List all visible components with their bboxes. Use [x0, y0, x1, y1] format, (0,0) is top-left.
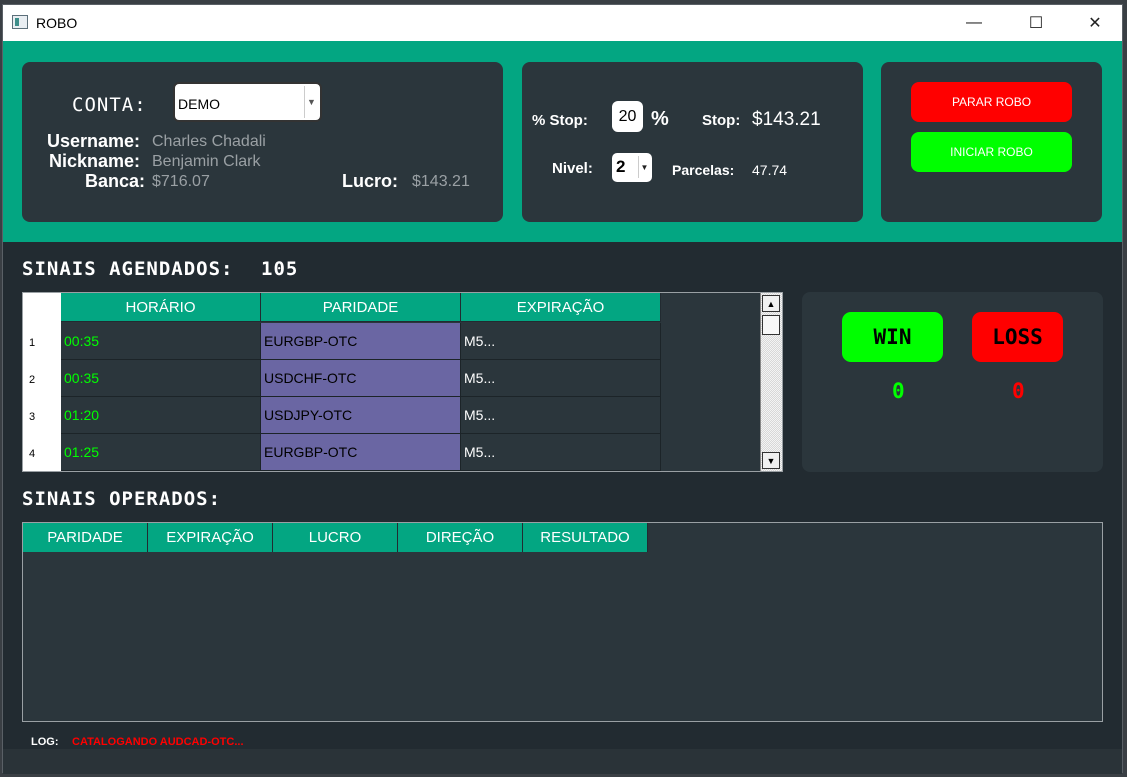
pct-stop-input[interactable]: 20 [612, 101, 643, 132]
pct-stop-label: % Stop: [532, 112, 588, 129]
chevron-down-icon: ▼ [638, 156, 650, 178]
nickname-label: Nickname: [48, 151, 140, 171]
scheduled-table: 1 2 3 4 HORÁRIO PARIDADE EXPIRAÇÃO 00:35… [22, 292, 783, 472]
log-message: CATALOGANDO AUDCAD-OTC... [72, 736, 244, 748]
scheduled-title: SINAIS AGENDADOS: [22, 258, 234, 280]
chevron-down-icon: ▼ [304, 86, 318, 118]
table-cell-expiry[interactable]: M5... [461, 434, 661, 471]
close-button[interactable]: ✕ [1072, 5, 1118, 41]
header-band: CONTA: DEMO ▼ Username: Charles Chadali … [3, 41, 1122, 242]
win-button[interactable]: WIN [842, 312, 943, 362]
header-resultado[interactable]: RESULTADO [523, 523, 648, 552]
table-cell-time[interactable]: 00:35 [61, 323, 261, 360]
operated-title: SINAIS OPERADOS: [22, 488, 222, 510]
header-expiracao[interactable]: EXPIRAÇÃO [461, 293, 661, 322]
header-lucro[interactable]: LUCRO [273, 523, 398, 552]
nickname-value: Benjamin Clark [152, 153, 261, 170]
start-robot-button[interactable]: INICIAR ROBO [911, 132, 1072, 172]
table-cell-pair[interactable]: USDCHF-OTC [261, 360, 461, 397]
username-label: Username: [46, 131, 140, 151]
row-number: 3 [29, 411, 36, 423]
operated-table: PARIDADE EXPIRAÇÃO LUCRO DIREÇÃO RESULTA… [22, 522, 1103, 722]
table-cell-expiry[interactable]: M5... [461, 323, 661, 360]
scrollbar-thumb[interactable] [762, 315, 780, 335]
conta-select[interactable]: DEMO ▼ [173, 82, 322, 122]
table-cell-expiry[interactable]: M5... [461, 360, 661, 397]
account-panel: CONTA: DEMO ▼ Username: Charles Chadali … [22, 62, 503, 222]
score-panel: WIN LOSS 0 0 [802, 292, 1103, 472]
minimize-button[interactable]: — [951, 5, 997, 41]
header-expiracao[interactable]: EXPIRAÇÃO [148, 523, 273, 552]
header-paridade[interactable]: PARIDADE [23, 523, 148, 552]
nivel-label: Nivel: [552, 160, 593, 177]
actions-panel: PARAR ROBO INICIAR ROBO [881, 62, 1102, 222]
row-number-column: 1 2 3 4 [23, 293, 61, 471]
table-cell-pair[interactable]: EURGBP-OTC [261, 323, 461, 360]
table-cell-pair[interactable]: USDJPY-OTC [261, 397, 461, 434]
scheduled-count: 105 [261, 258, 299, 280]
table-cell-expiry[interactable]: M5... [461, 397, 661, 434]
win-count: 0 [892, 379, 905, 403]
header-direcao[interactable]: DIREÇÃO [398, 523, 523, 552]
conta-label: CONTA: [72, 94, 147, 116]
scroll-down-icon[interactable]: ▼ [762, 452, 780, 469]
window-title: ROBO [36, 15, 78, 31]
row-number: 2 [29, 374, 36, 386]
banca-label: Banca: [84, 171, 145, 191]
maximize-button[interactable]: ☐ [1013, 5, 1059, 41]
lucro-value: $143.21 [412, 173, 470, 190]
loss-count: 0 [1012, 379, 1025, 403]
header-paridade[interactable]: PARIDADE [261, 293, 461, 322]
log-label: LOG: [31, 736, 59, 748]
banca-value: $716.07 [152, 173, 210, 190]
table-cell-time[interactable]: 00:35 [61, 360, 261, 397]
percent-symbol: % [651, 108, 669, 130]
table-cell-time[interactable]: 01:20 [61, 397, 261, 434]
app-window: ROBO — ☐ ✕ CONTA: DEMO ▼ Username: Charl… [2, 4, 1123, 774]
table-cell-pair[interactable]: EURGBP-OTC [261, 434, 461, 471]
parcelas-value: 47.74 [752, 162, 788, 178]
status-strip [3, 749, 1122, 774]
stop-robot-button[interactable]: PARAR ROBO [911, 82, 1072, 122]
header-horario[interactable]: HORÁRIO [61, 293, 261, 322]
scroll-up-icon[interactable]: ▲ [762, 295, 780, 312]
row-number: 1 [29, 337, 36, 349]
stop-label: Stop: [702, 112, 741, 129]
loss-button[interactable]: LOSS [972, 312, 1063, 362]
title-bar: ROBO — ☐ ✕ [3, 5, 1122, 41]
table-cell-time[interactable]: 01:25 [61, 434, 261, 471]
vertical-scrollbar[interactable]: ▲ ▼ [760, 293, 782, 471]
stop-panel: % Stop: 20 % Stop: $143.21 Nivel: 2 ▼ Pa… [522, 62, 863, 222]
row-number: 4 [29, 448, 36, 460]
parcelas-label: Parcelas: [672, 162, 735, 178]
stop-value: $143.21 [752, 109, 821, 130]
nivel-select-value: 2 [616, 157, 626, 176]
app-icon [12, 15, 28, 29]
username-value: Charles Chadali [152, 133, 266, 150]
conta-select-value: DEMO [178, 96, 220, 112]
nivel-select[interactable]: 2 ▼ [612, 153, 652, 182]
lucro-label: Lucro: [342, 171, 398, 191]
